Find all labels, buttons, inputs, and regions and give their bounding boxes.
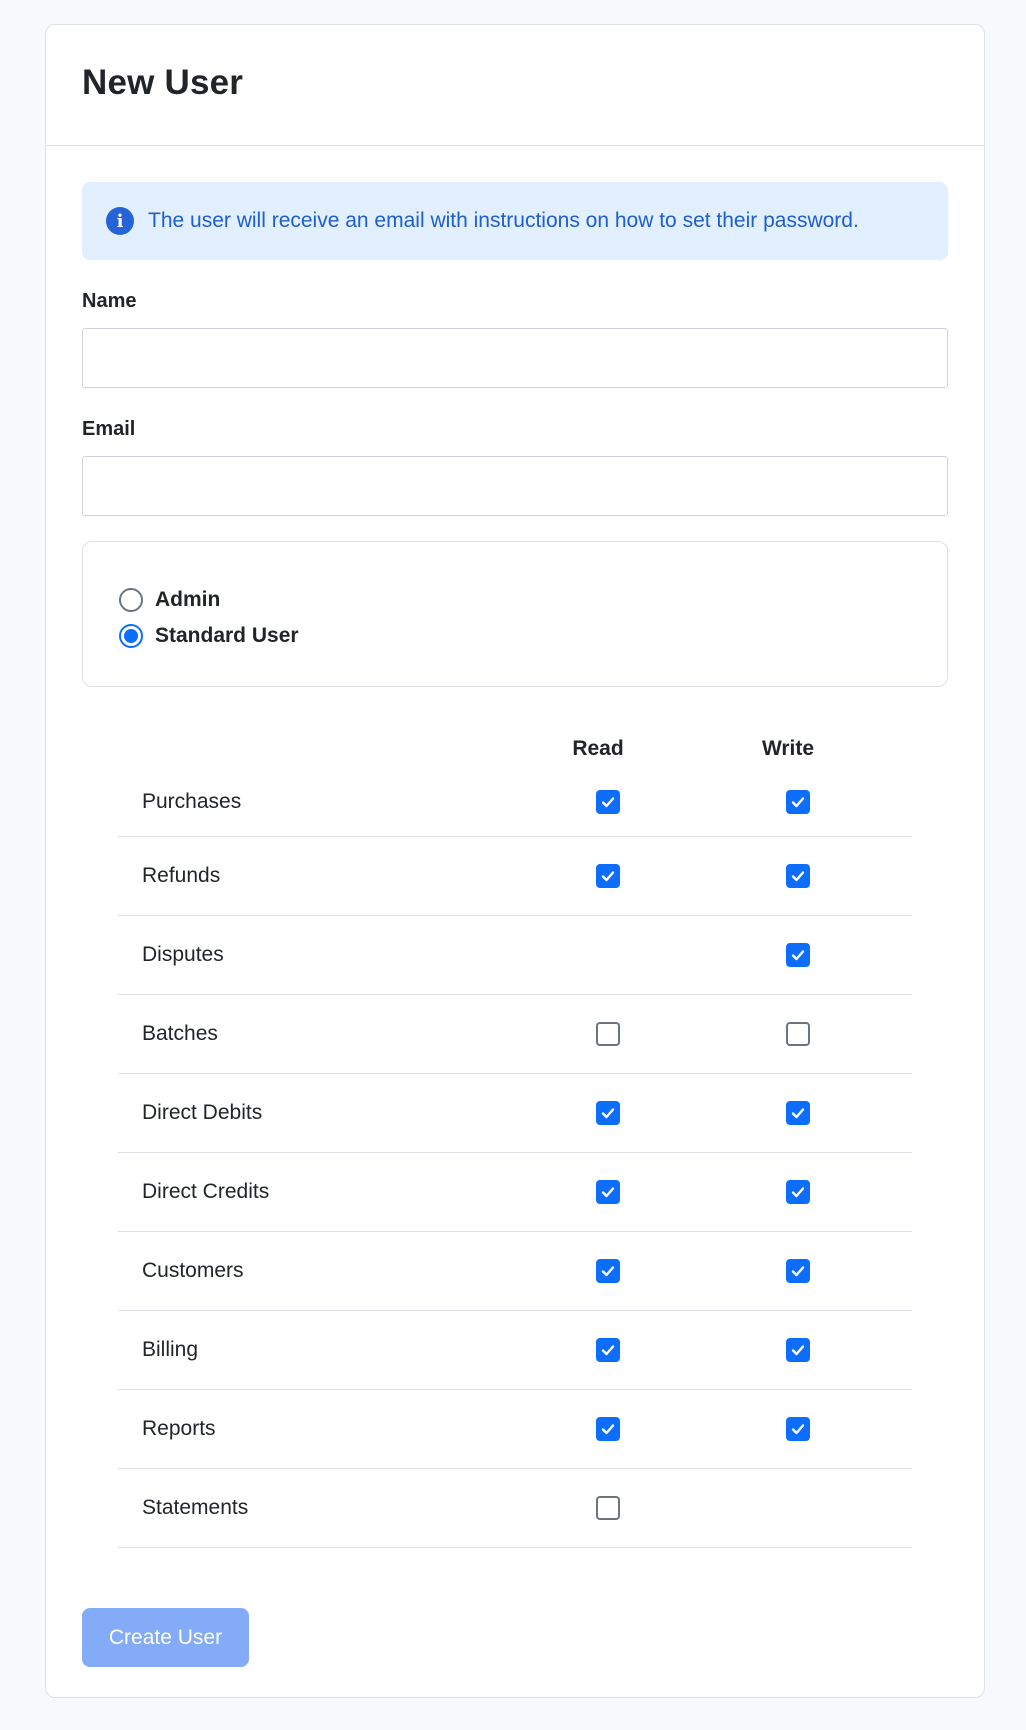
checkmark-icon: [791, 1187, 805, 1198]
info-alert: i The user will receive an email with in…: [82, 182, 948, 260]
create-user-button[interactable]: Create User: [82, 1608, 249, 1667]
role-selector: Admin Standard User: [82, 541, 948, 687]
read-checkbox[interactable]: [596, 1496, 620, 1520]
permission-name: Statements: [142, 1496, 249, 1519]
write-checkbox[interactable]: [786, 1101, 810, 1125]
read-checkbox[interactable]: [596, 1338, 620, 1362]
permission-name: Refunds: [142, 864, 221, 887]
permission-name: Batches: [142, 1022, 218, 1045]
checkmark-icon: [601, 871, 615, 882]
permission-row: Customers: [118, 1232, 912, 1311]
checkmark-icon: [791, 796, 805, 807]
name-label: Name: [82, 290, 137, 312]
read-checkbox[interactable]: [596, 1259, 620, 1283]
write-checkbox[interactable]: [786, 789, 810, 814]
permissions-rows: Purchases Refunds Disputes Batches Direct De…: [118, 767, 912, 1548]
permission-row: Statements: [118, 1469, 912, 1548]
info-alert-message: The user will receive an email with inst…: [148, 209, 859, 232]
role-option-admin[interactable]: Admin: [119, 582, 911, 618]
email-label: Email: [82, 418, 136, 440]
checkmark-icon: [791, 950, 805, 961]
email-input[interactable]: [82, 456, 948, 516]
write-checkbox[interactable]: [786, 1180, 810, 1204]
name-input[interactable]: [82, 328, 948, 388]
standard-user-radio-label[interactable]: Standard User: [155, 624, 299, 648]
checkmark-icon: [791, 1266, 805, 1277]
admin-radio-label[interactable]: Admin: [155, 588, 220, 612]
write-checkbox[interactable]: [786, 1022, 810, 1046]
read-checkbox[interactable]: [596, 1101, 620, 1125]
write-cell: [708, 1338, 888, 1362]
permission-row: Direct Credits: [118, 1153, 912, 1232]
write-checkbox[interactable]: [786, 864, 810, 888]
checkmark-icon: [791, 1345, 805, 1356]
checkmark-icon: [791, 1424, 805, 1435]
permission-name: Reports: [142, 1417, 216, 1440]
permission-name: Purchases: [142, 789, 242, 813]
permission-name: Direct Debits: [142, 1101, 263, 1124]
read-cell: [508, 943, 708, 967]
write-cell: [708, 1101, 888, 1125]
permission-row: Batches: [118, 995, 912, 1074]
read-cell: [508, 789, 708, 814]
read-checkbox[interactable]: [596, 864, 620, 888]
read-column-header: Read: [572, 737, 624, 760]
checkmark-icon: [601, 796, 615, 807]
role-option-standard-user[interactable]: Standard User: [119, 618, 911, 654]
write-checkbox[interactable]: [786, 1338, 810, 1362]
standard-user-radio[interactable]: [119, 624, 143, 648]
permission-row: Disputes: [118, 916, 912, 995]
permissions-table: Read Write Purchases Refunds Disputes Batch…: [118, 717, 912, 1548]
read-checkbox[interactable]: [596, 1417, 620, 1441]
empty-cell: [596, 943, 620, 967]
card-header: New User: [46, 25, 984, 146]
empty-cell: [786, 1496, 810, 1520]
read-cell: [508, 1338, 708, 1362]
page-title: New User: [82, 63, 244, 102]
checkmark-icon: [791, 1108, 805, 1119]
write-checkbox[interactable]: [786, 943, 810, 967]
write-cell: [708, 864, 888, 888]
write-cell: [708, 1180, 888, 1204]
write-cell: [708, 1496, 888, 1520]
read-cell: [508, 864, 708, 888]
write-cell: [708, 943, 888, 967]
card-body: i The user will receive an email with in…: [46, 146, 984, 1667]
read-checkbox[interactable]: [596, 789, 620, 814]
read-cell: [508, 1496, 708, 1520]
write-cell: [708, 1022, 888, 1046]
read-cell: [508, 1022, 708, 1046]
read-cell: [508, 1180, 708, 1204]
checkmark-icon: [791, 871, 805, 882]
permission-row: Reports: [118, 1390, 912, 1469]
permission-name: Disputes: [142, 943, 224, 966]
read-cell: [508, 1259, 708, 1283]
permission-row: Billing: [118, 1311, 912, 1390]
read-checkbox[interactable]: [596, 1022, 620, 1046]
write-checkbox[interactable]: [786, 1259, 810, 1283]
checkmark-icon: [601, 1108, 615, 1119]
checkmark-icon: [601, 1345, 615, 1356]
read-cell: [508, 1101, 708, 1125]
permission-name: Billing: [142, 1338, 199, 1361]
permissions-header-row: Read Write: [118, 717, 912, 767]
permission-row: Direct Debits: [118, 1074, 912, 1153]
permission-name: Direct Credits: [142, 1180, 270, 1203]
write-cell: [708, 789, 888, 814]
permission-name: Customers: [142, 1259, 244, 1282]
write-cell: [708, 1417, 888, 1441]
checkmark-icon: [601, 1424, 615, 1435]
new-user-card: New User i The user will receive an emai…: [45, 24, 985, 1698]
checkmark-icon: [601, 1266, 615, 1277]
info-icon: i: [106, 207, 134, 235]
read-checkbox[interactable]: [596, 1180, 620, 1204]
write-column-header: Write: [761, 737, 815, 760]
read-cell: [508, 1417, 708, 1441]
permission-row: Refunds: [118, 837, 912, 916]
admin-radio[interactable]: [119, 588, 143, 612]
checkmark-icon: [601, 1187, 615, 1198]
write-checkbox[interactable]: [786, 1417, 810, 1441]
write-cell: [708, 1259, 888, 1283]
permission-row: Purchases: [118, 767, 912, 837]
